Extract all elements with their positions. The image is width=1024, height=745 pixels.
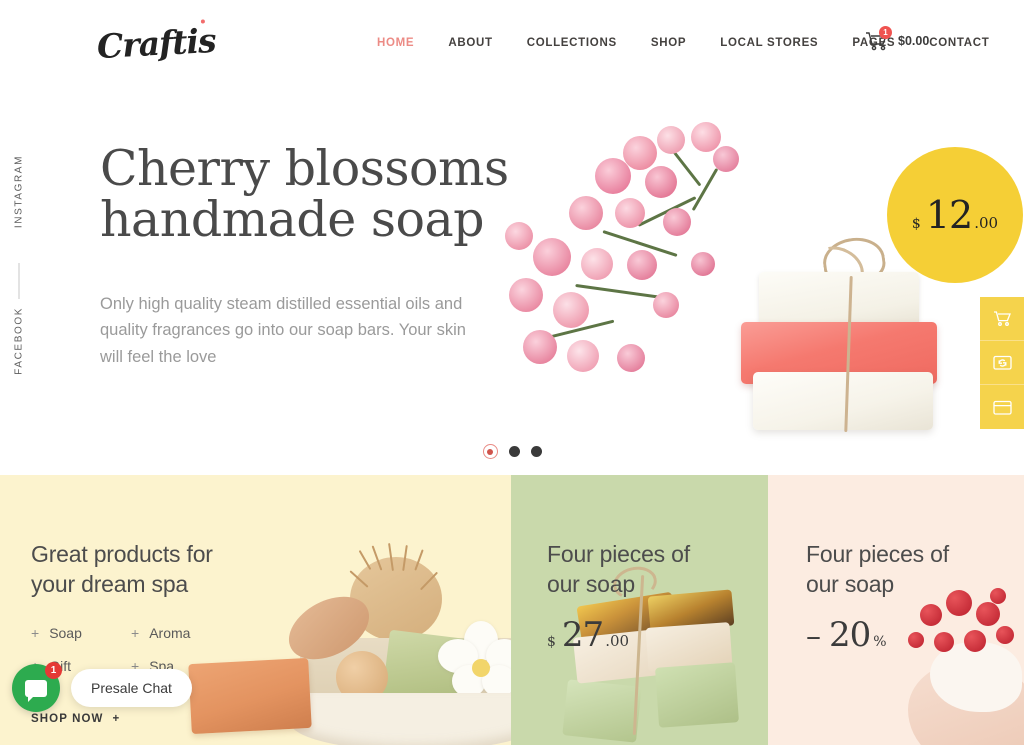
- orchid-center: [472, 659, 490, 677]
- discount-minus: –: [806, 619, 821, 654]
- window-icon: [992, 399, 1012, 416]
- discount-amount: 20: [829, 615, 871, 655]
- hero-title: Cherry blossoms handmade soap: [100, 140, 509, 248]
- lace-cloth: [290, 693, 511, 745]
- berries-soap-image: [898, 580, 1024, 745]
- hero-slider: Cherry blossoms handmade soap Only high …: [0, 92, 1024, 474]
- nav-item-about[interactable]: ABOUT: [431, 37, 509, 49]
- feature-label: Aroma: [149, 625, 191, 641]
- shop-now-plus-icon: +: [112, 713, 121, 725]
- price-currency: $: [911, 216, 921, 232]
- side-layout-button[interactable]: [980, 385, 1024, 429]
- cart-badge: 1: [879, 26, 892, 39]
- side-cart-button[interactable]: [980, 297, 1024, 341]
- shop-now-button[interactable]: SHOP NOW +: [31, 713, 120, 725]
- nav-item-home[interactable]: HOME: [360, 37, 431, 49]
- compare-icon: [992, 354, 1012, 371]
- chat-label-pill[interactable]: Presale Chat: [71, 669, 192, 707]
- promo-panel-price[interactable]: Four pieces of our soap $ 27 .00: [511, 475, 768, 745]
- carousel-dot-2[interactable]: [508, 446, 520, 457]
- promo-title-line2: our soap: [547, 571, 635, 598]
- soap-green-right: [655, 662, 739, 728]
- hero-product-image: $ 12 .00: [505, 92, 1024, 474]
- nav-item-collections[interactable]: COLLECTIONS: [510, 37, 634, 49]
- shop-now-label: SHOP NOW: [31, 713, 104, 725]
- site-logo[interactable]: Craftis: [96, 19, 217, 67]
- promo-panel-discount[interactable]: Four pieces of our soap – 20 %: [768, 475, 1024, 745]
- social-link-facebook[interactable]: FACEBOOK: [14, 307, 25, 375]
- plus-icon: +: [131, 625, 140, 641]
- carousel-dot-3[interactable]: [530, 446, 542, 457]
- chat-toggle-button[interactable]: 1: [12, 662, 62, 712]
- promo-title-line1: Four pieces of: [547, 541, 690, 567]
- feature-label: Soap: [49, 625, 82, 641]
- promo-title: Great products for your dream spa: [31, 539, 213, 600]
- soap-set-image: [562, 562, 739, 745]
- shopping-cart-icon[interactable]: 1: [865, 26, 892, 51]
- cart-icon: [993, 310, 1012, 327]
- side-compare-button[interactable]: [980, 341, 1024, 385]
- promo-title-line2: your dream spa: [31, 571, 188, 598]
- promo-title-line1: Four pieces of: [806, 541, 949, 567]
- discount-unit: %: [873, 634, 887, 650]
- nav-item-local-stores[interactable]: LOCAL STORES: [703, 37, 835, 49]
- logo-dot-icon: [200, 19, 205, 24]
- price-amount: 12: [925, 193, 973, 237]
- promo-title: Four pieces of our soap: [547, 539, 690, 600]
- soap-stack: [737, 233, 957, 433]
- hero-price-badge: $ 12 .00: [887, 147, 1023, 283]
- price-currency: $: [547, 634, 556, 650]
- site-header: Craftis HOME ABOUT COLLECTIONS SHOP LOCA…: [0, 0, 1024, 92]
- promo-discount: – 20 %: [806, 615, 887, 655]
- promo-price: $ 27 .00: [547, 615, 629, 655]
- soap-green-left: [562, 679, 642, 743]
- hero-title-line1: Cherry blossoms: [100, 140, 509, 197]
- white-orchid-flower: [438, 621, 511, 701]
- chat-bubble-icon: [25, 679, 47, 702]
- price-amount: 27: [561, 615, 604, 655]
- promo-title-line1: Great products for: [31, 541, 213, 567]
- price-cents: .00: [605, 632, 630, 650]
- rail-divider: [18, 263, 20, 299]
- carousel-pagination: [0, 444, 1024, 459]
- feature-item-soap[interactable]: + Soap: [31, 625, 131, 641]
- hero-subtitle: Only high quality steam distilled essent…: [100, 295, 466, 366]
- feature-item-aroma[interactable]: + Aroma: [131, 625, 231, 641]
- promo-title: Four pieces of our soap: [806, 539, 949, 600]
- logo-text: Craftis: [96, 20, 217, 67]
- promo-title-line2: our soap: [806, 571, 894, 598]
- price-cents: .00: [974, 214, 999, 232]
- cart-total: $0.00: [898, 34, 930, 48]
- carousel-dot-1[interactable]: [482, 444, 498, 459]
- soap-bar-bottom: [753, 372, 933, 430]
- social-rail: INSTAGRAM FACEBOOK: [8, 155, 30, 375]
- presale-chat-widget: 1 Presale Chat: [12, 662, 192, 712]
- social-link-instagram[interactable]: INSTAGRAM: [14, 155, 25, 228]
- cart-widget[interactable]: 1 $0.00: [865, 26, 930, 51]
- hero-title-line2: handmade soap: [100, 190, 485, 248]
- side-action-bar: [980, 297, 1024, 429]
- nav-item-shop[interactable]: SHOP: [634, 37, 703, 49]
- plus-icon: +: [31, 625, 40, 641]
- chat-badge: 1: [45, 662, 62, 679]
